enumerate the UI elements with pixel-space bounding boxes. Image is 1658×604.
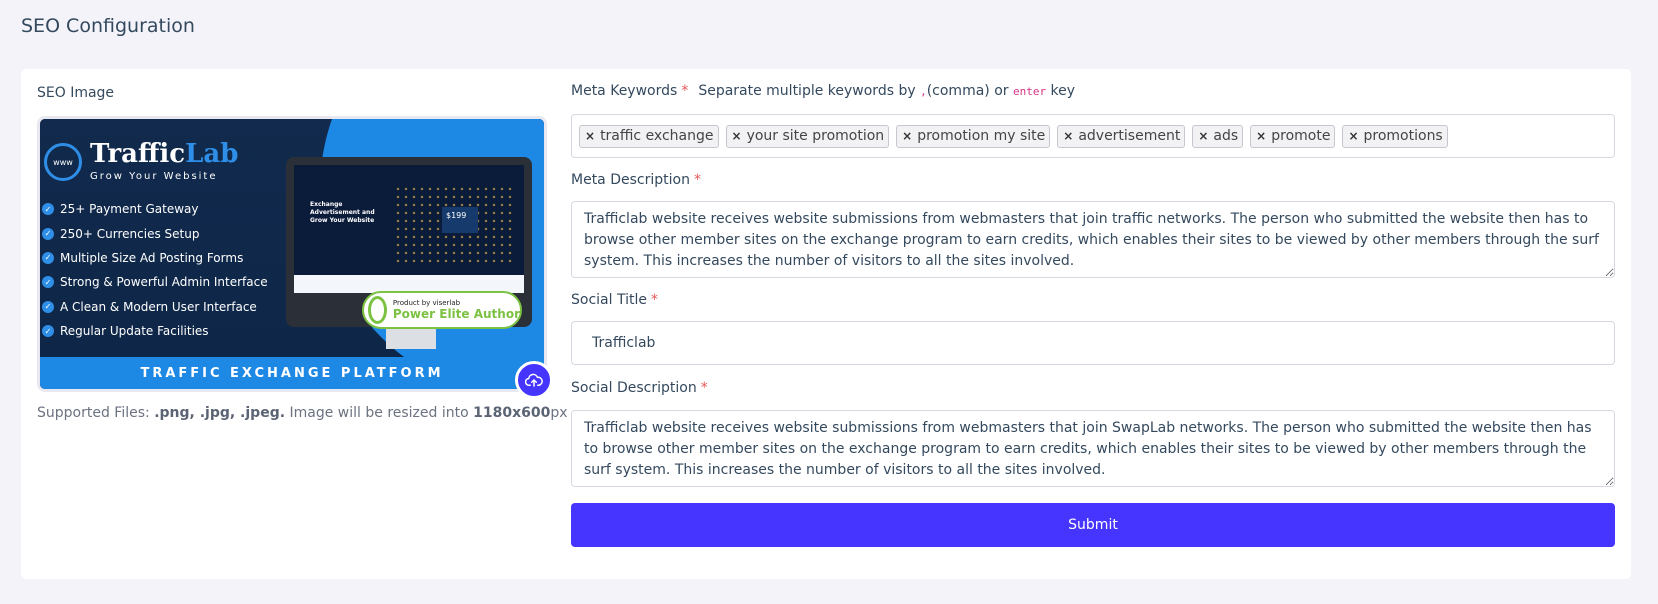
check-icon: ✓ xyxy=(42,203,54,216)
supported-files-note: Supported Files: .png, .jpg, .jpeg. Imag… xyxy=(37,405,568,421)
social-description-textarea[interactable]: Trafficlab website receives website subm… xyxy=(571,410,1615,487)
monitor-stand xyxy=(386,327,436,349)
keyword-tag: × promotions xyxy=(1342,124,1448,148)
close-icon[interactable]: × xyxy=(1343,129,1363,143)
meta-keywords-hint: Separate multiple keywords by ,(comma) o… xyxy=(698,83,1076,99)
submit-button[interactable]: Submit xyxy=(571,503,1615,547)
meta-description-label: Meta Description * xyxy=(571,172,701,188)
banner-brand: TrafficLab xyxy=(90,139,239,169)
close-icon[interactable]: × xyxy=(580,129,600,143)
meta-keywords-label: Meta Keywords * Separate multiple keywords… xyxy=(571,83,1076,99)
banner-feature-list: ✓ 25+ Payment Gateway ✓ 250+ Currencies Se… xyxy=(42,197,268,343)
screen-price: $199 xyxy=(442,207,478,233)
banner-feature: ✓ 25+ Payment Gateway xyxy=(42,197,268,221)
close-icon[interactable]: × xyxy=(1251,129,1271,143)
keyword-tag: × advertisement xyxy=(1057,124,1186,148)
meta-description-textarea[interactable]: Trafficlab website receives website subm… xyxy=(571,201,1615,278)
check-icon: ✓ xyxy=(42,325,54,338)
keyword-tag: × ads xyxy=(1192,124,1244,148)
close-icon[interactable]: × xyxy=(1193,129,1213,143)
monitor-screen: Exchange Advertisement and Grow Your Web… xyxy=(294,165,524,293)
seo-image-preview[interactable]: www TrafficLab Grow Your Website ✓ 25+ Pa… xyxy=(37,116,547,392)
banner-footer: TRAFFIC EXCHANGE PLATFORM xyxy=(40,357,544,389)
close-icon[interactable]: × xyxy=(1058,129,1078,143)
banner-feature: ✓ Regular Update Facilities xyxy=(42,319,268,343)
keyword-tag: × promote xyxy=(1250,124,1336,148)
check-icon: ✓ xyxy=(42,276,54,289)
social-title-label: Social Title * xyxy=(571,292,658,308)
banner-feature: ✓ 250+ Currencies Setup xyxy=(42,221,268,245)
close-icon[interactable]: × xyxy=(727,129,747,143)
banner-feature: ✓ A Clean & Modern User Interface xyxy=(42,295,268,319)
banner-feature: ✓ Multiple Size Ad Posting Forms xyxy=(42,246,268,270)
close-icon[interactable]: × xyxy=(897,129,917,143)
globe-icon: www xyxy=(44,143,82,181)
keyword-tag: × promotion my site xyxy=(896,124,1051,148)
check-icon: ✓ xyxy=(42,227,54,240)
social-description-label: Social Description * xyxy=(571,380,708,396)
page-title: SEO Configuration xyxy=(21,15,195,37)
seo-image-label: SEO Image xyxy=(37,85,115,101)
seo-banner-image: www TrafficLab Grow Your Website ✓ 25+ Pa… xyxy=(40,119,544,389)
seo-config-card: SEO Image www TrafficLab Grow Your Websi… xyxy=(21,69,1631,579)
keyword-tag: × your site promotion xyxy=(725,124,890,148)
keyword-tag: × traffic exchange xyxy=(579,124,719,148)
banner-feature: ✓ Strong & Powerful Admin Interface xyxy=(42,270,268,294)
check-icon: ✓ xyxy=(42,251,54,264)
cloud-upload-icon xyxy=(525,373,543,387)
upload-image-button[interactable] xyxy=(515,361,553,399)
banner-tagline: Grow Your Website xyxy=(90,171,218,182)
check-icon: ✓ xyxy=(42,300,54,313)
meta-keywords-input[interactable]: × traffic exchange × your site promotion ×… xyxy=(571,114,1615,158)
author-badge: Product by viserlab Power Elite Author xyxy=(362,291,522,329)
seal-icon xyxy=(368,296,387,324)
social-title-input[interactable] xyxy=(571,321,1615,365)
screen-headline: Exchange Advertisement and Grow Your Web… xyxy=(310,201,375,224)
